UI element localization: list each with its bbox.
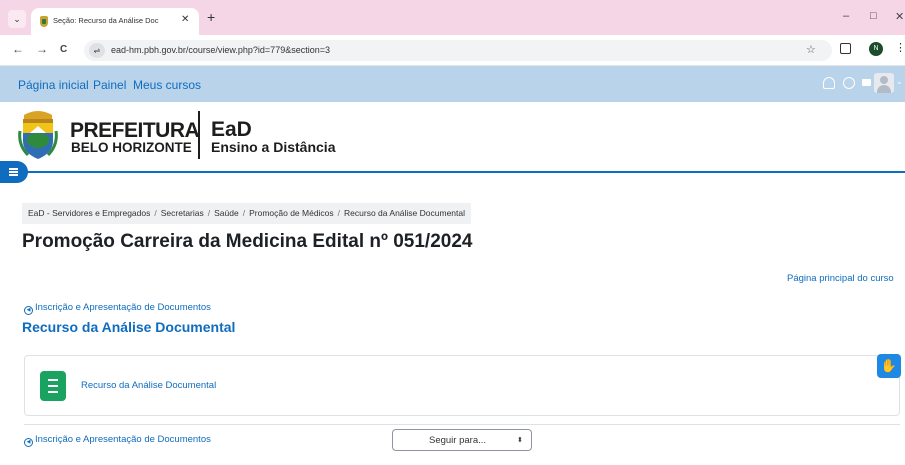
next-section-link[interactable]: ◀ Inscrição e Apresentação de Documentos [24,434,211,447]
select-arrows-icon: ⬍ [517,437,523,444]
back-button[interactable]: ← [12,42,24,56]
window-close-button[interactable]: ✕ [895,10,904,23]
breadcrumb-separator: / [207,208,211,218]
page-title: Promoção Carreira da Medicina Edital nº … [22,231,473,252]
breadcrumb-item[interactable]: Recurso da Análise Documental [344,208,465,218]
favicon-icon [40,16,48,27]
url-text[interactable]: ead-hm.pbh.gov.br/course/view.php?id=779… [111,45,330,55]
tab-search-button[interactable]: ⌄ [8,10,26,28]
browser-tab-strip: ⌄ Seção: Recurso da Análise Doc ✕ + – □ … [0,0,905,35]
messages-icon[interactable] [843,77,855,89]
new-tab-button[interactable]: + [207,9,215,25]
list-icon [9,168,18,176]
reload-button[interactable]: C [60,44,67,55]
maximize-button[interactable]: □ [870,10,877,22]
breadcrumb-item[interactable]: Secretarias [161,208,204,218]
section-footer-divider [24,424,900,425]
address-bar[interactable]: ⇌ ead-hm.pbh.gov.br/course/view.php?id=7… [84,40,832,61]
breadcrumb: EaD - Servidores e Empregados / Secretaria… [22,203,472,224]
nav-link-dashboard[interactable]: Painel [93,78,126,92]
logo-divider [198,111,200,159]
minimize-button[interactable]: – [843,10,849,22]
header-divider [0,171,905,173]
course-index-toggle-button[interactable] [0,161,28,183]
accessibility-icon[interactable]: ✋ [877,354,901,378]
user-avatar[interactable] [874,73,894,93]
extensions-icon[interactable] [840,43,851,54]
breadcrumb-item[interactable]: Saúde [214,208,239,218]
browser-menu-icon[interactable]: ⋮ [895,41,905,54]
site-header: PREFEITURA BELO HORIZONTE EaD Ensino a D… [0,102,905,174]
breadcrumb-separator: / [154,208,157,218]
nav-link-my-courses[interactable]: Meus cursos [133,78,201,92]
ead-subtitle: Ensino a Distância [211,139,336,155]
breadcrumb-item[interactable]: Promoção de Médicos [249,208,334,218]
site-info-icon[interactable]: ⇌ [89,43,105,58]
notifications-bell-icon[interactable] [823,77,835,89]
previous-section-label: Inscrição e Apresentação de Documentos [35,302,211,313]
circle-arrow-left-icon: ◀ [24,438,33,447]
breadcrumb-item[interactable]: EaD - Servidores e Empregados [28,208,150,218]
browser-tab[interactable]: Seção: Recurso da Análise Doc ✕ [31,8,199,35]
nav-link-home[interactable]: Página inicial [18,78,89,92]
mail-icon[interactable] [862,79,871,86]
previous-section-link[interactable]: ◀ Inscrição e Apresentação de Documentos [24,302,211,315]
section-title: Recurso da Análise Documental [22,319,236,335]
forward-button[interactable]: → [36,42,48,56]
course-main-page-link[interactable]: Página principal do curso [787,273,894,284]
tab-title: Seção: Recurso da Análise Doc [53,16,159,25]
coat-of-arms-logo [18,111,58,159]
circle-arrow-left-icon: ◀ [24,306,33,315]
tab-close-icon[interactable]: ✕ [181,14,189,25]
jump-to-label: Seguir para... [429,435,487,446]
browser-toolbar: ← → C ⇌ ead-hm.pbh.gov.br/course/view.ph… [0,35,905,66]
list-icon[interactable] [40,371,66,401]
breadcrumb-separator: / [242,208,246,218]
activity-card: Recurso da Análise Documental [24,355,900,416]
site-navbar: Página inicial Painel Meus cursos ⌄ [0,66,905,102]
chevron-down-icon[interactable]: ⌄ [896,77,903,86]
profile-avatar[interactable]: N [869,42,883,56]
activity-link[interactable]: Recurso da Análise Documental [81,380,216,391]
next-section-label: Inscrição e Apresentação de Documentos [35,434,211,445]
bookmark-star-icon[interactable]: ☆ [806,43,816,56]
breadcrumb-separator: / [337,208,341,218]
jump-to-select[interactable]: Seguir para... ⬍ [392,429,532,451]
org-name-line2: BELO HORIZONTE [71,140,192,155]
